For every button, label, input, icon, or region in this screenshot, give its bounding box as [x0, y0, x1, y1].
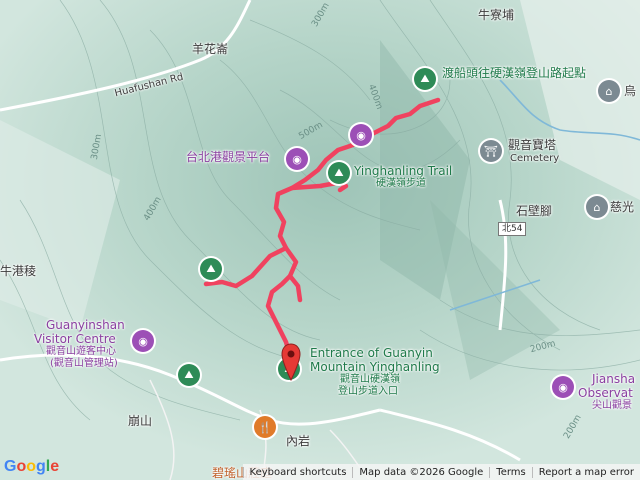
place-label: 牛港稜	[0, 264, 37, 278]
poi-label: Entrance of Guanyin	[310, 346, 433, 360]
poi-label-start: 渡船頭往硬漢嶺登山路起點	[442, 66, 587, 80]
temple-icon[interactable]: ⛩	[480, 140, 502, 162]
place-label: 崩山	[128, 414, 153, 428]
location-pin-icon[interactable]	[280, 342, 302, 384]
place-label: 內岩	[286, 434, 311, 448]
poi-label: (觀音山管理站)	[50, 358, 118, 369]
terms-link[interactable]: Terms	[489, 466, 531, 478]
camera-icon[interactable]: ◉	[552, 376, 574, 398]
map-data-attribution: Map data ©2026 Google	[352, 466, 489, 478]
road-sign: 北54	[498, 222, 527, 236]
poi-label: Guanyinshan	[46, 318, 125, 332]
poi-label: 登山步道入口	[338, 386, 398, 397]
place-label: 觀音寶塔	[508, 138, 557, 152]
poi-label: Visitor Centre	[34, 332, 116, 346]
place-label: 羊花崙	[192, 42, 229, 56]
place-label: Cemetery	[510, 153, 560, 164]
place-label: 石壁腳	[516, 204, 553, 218]
camera-icon[interactable]: ◉	[286, 148, 308, 170]
report-map-error-link[interactable]: Report a map error	[531, 466, 640, 478]
hiking-icon[interactable]: ⛰	[178, 364, 200, 386]
map-footer: Keyboard shortcuts Map data ©2026 Google…	[0, 464, 640, 480]
poi-label: Mountain Yinghanling	[310, 360, 440, 374]
place-label: 烏	[624, 84, 637, 98]
place-label: 牛寮埔	[478, 8, 515, 22]
keyboard-shortcuts-link[interactable]: Keyboard shortcuts	[242, 466, 353, 478]
hiking-icon[interactable]: ⛰	[200, 258, 222, 280]
poi-label: 觀音山遊客中心	[46, 346, 116, 357]
poi-label: Observat	[578, 386, 633, 400]
poi-label: Jiansha	[592, 372, 636, 386]
temple-icon[interactable]: ⌂	[586, 196, 608, 218]
place-label: 慈光	[610, 200, 635, 214]
camera-icon[interactable]: ◉	[132, 330, 154, 352]
poi-label: Yinghanling Trail	[354, 164, 453, 178]
poi-label: 台北港觀景平台	[186, 150, 271, 164]
hiking-icon[interactable]: ⛰	[328, 162, 350, 184]
hiking-icon[interactable]: ⛰	[414, 68, 436, 90]
poi-label: 尖山觀景	[592, 400, 632, 411]
restaurant-icon[interactable]: 🍴	[254, 416, 276, 438]
poi-label: 觀音山硬漢嶺	[340, 374, 400, 385]
poi-label: 硬漢嶺步道	[376, 178, 426, 189]
camera-icon[interactable]: ◉	[350, 124, 372, 146]
temple-icon[interactable]: ⌂	[598, 80, 620, 102]
